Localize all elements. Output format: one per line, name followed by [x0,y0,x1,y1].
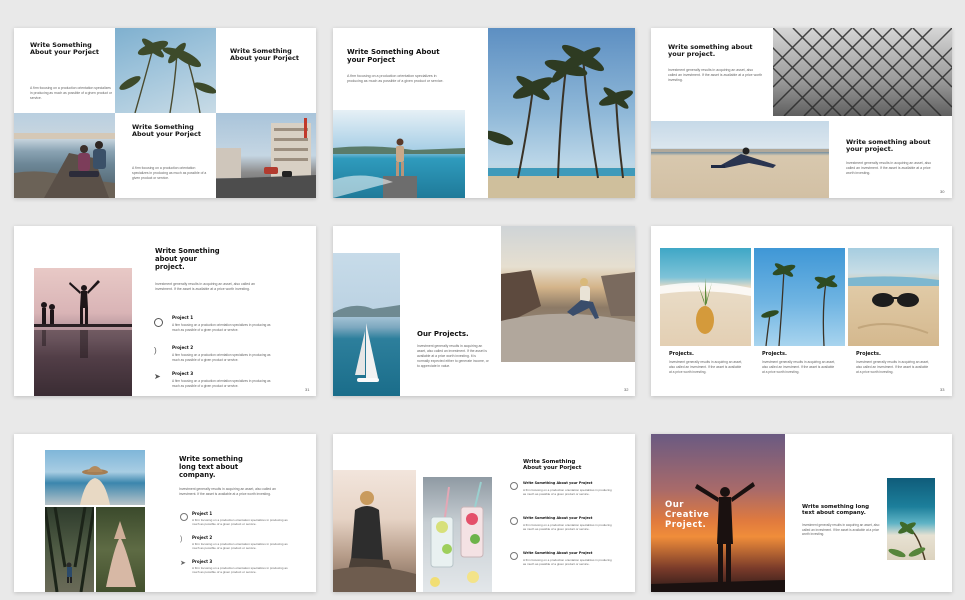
slide-3-text-b: Investment generally results in acquirin… [846,161,932,176]
slide-4-item-3-label: Project 3 [172,371,194,376]
chain-fence-photo [773,28,952,116]
slide-3-text-a: Investment generally results in acquirin… [668,68,763,83]
slide-2-title: Write Something About your Porject [347,48,440,65]
aerial-beach-photo [887,478,935,560]
silhouette-pier-photo [34,268,132,396]
slide-7-item-2-text: A firm focusing on a production orientat… [192,542,288,551]
slide-4-title: Write Something about your project. [155,247,220,271]
slide-9-text: Investment generally results in acquirin… [802,523,880,537]
woman-cliff-photo [501,226,635,362]
slide-8-item-3-text: A firm focusing on a production orientat… [523,558,612,567]
slide-7-item-3-label: Project 3 [192,559,213,564]
slide-5-title: Our Projects. [417,330,469,338]
target-icon [180,513,188,521]
slide-4-item-3-text: A firm focusing on a production orientat… [172,379,271,388]
woman-seaside-photo [333,110,465,198]
slide-2[interactable]: Write Something About your Porject A fir… [333,28,635,198]
slide-1-title-a: Write Something About your Porject [30,41,99,57]
slide-6-col-3-label: Projects. [856,351,881,357]
stretching-man-photo [651,121,829,198]
slide-1-text-c: A firm focusing on a production orientat… [132,166,207,180]
slide-7-title: Write something long text about company. [179,455,243,479]
slide-8-item-2-label: Write Something About your Project [523,516,593,520]
palm-beach-photo [488,28,635,198]
slide-7-item-2-label: Project 2 [192,535,213,540]
slide-3-title-b: Write something about your project. [846,138,931,154]
palms-sky-photo [754,248,845,346]
slide-4-text: Investment generally results in acquirin… [155,282,255,292]
wifi-icon: ) [154,346,157,355]
slide-6-col-1-label: Projects. [669,351,694,357]
slide-8-item-2-text: A firm focusing on a production orientat… [523,523,612,532]
slide-6-col-3-text: Investment generally results in acquirin… [856,360,930,374]
slide-6-col-2-text: Investment generally results in acquirin… [762,360,836,374]
slide-4[interactable]: Write Something about your project. Inve… [14,226,316,396]
slide-4-item-2-label: Project 2 [172,345,194,350]
slide-2-text: A firm focusing on a production orientat… [347,74,444,84]
woman-sitting-photo [333,470,416,592]
slide-4-item-1-text: A firm focusing on a production orientat… [172,323,271,332]
forest-hiker-photo [45,507,94,592]
check-circle-icon [510,552,518,560]
slide-1-title-c: Write Something About your Porject [132,123,201,139]
slide-6-col-2-label: Projects. [762,351,787,357]
drinks-photo [423,477,492,592]
wifi-icon: ) [180,536,183,543]
sunglasses-sand-photo [848,248,939,346]
slide-9-title: Write something long text about company. [802,504,870,517]
slide-5-page-number: 32 [624,387,629,392]
slide-6-col-1-text: Investment generally results in acquirin… [669,360,743,374]
slide-3-page-number: 30 [940,189,945,194]
slide-1-title-b: Write Something About your Porject [230,47,299,63]
slide-7-item-1-label: Project 1 [192,511,213,516]
slide-7-item-3-text: A firm focusing on a production orientat… [192,566,288,575]
slide-5[interactable]: Our Projects. Investment generally resul… [333,226,635,396]
slide-1-text-a: A firm focusing on a production orientat… [30,86,112,100]
slide-1[interactable]: Write Something About your Porject A fir… [14,28,316,198]
slide-9[interactable]: Our Creative Project. Write something lo… [651,434,952,592]
palm-trees-photo [115,28,216,113]
pineapple-beach-photo [660,248,751,346]
target-icon [154,318,163,327]
slide-3-title-a: Write something about your project. [668,43,753,59]
slide-8-title: Write Something About your Porject [523,459,582,472]
hat-beach-photo [45,450,145,505]
send-icon: ➤ [180,560,186,567]
slide-8-item-3-label: Write Something About your Project [523,551,593,555]
city-street-photo [216,113,316,198]
check-circle-icon [510,482,518,490]
slide-4-item-2-text: A firm focusing on a production orientat… [172,353,271,362]
slide-6-page-number: 33 [940,387,945,392]
slide-4-page-number: 31 [305,387,310,392]
slide-8[interactable]: Write Something About your Porject Write… [333,434,635,592]
slide-8-item-1-label: Write Something About your Project [523,481,593,485]
slide-7[interactable]: Write something long text about company.… [14,434,316,592]
slide-3[interactable]: Write something about your project. Inve… [651,28,952,198]
slide-6[interactable]: Projects. Investment generally results i… [651,226,952,396]
sailboat-photo [333,253,400,396]
slide-7-text: Investment generally results in acquirin… [179,487,276,496]
slide-8-item-1-text: A firm focusing on a production orientat… [523,488,612,497]
slide-7-item-1-text: A firm focusing on a production orientat… [192,518,288,527]
slide-5-text: Investment generally results in acquirin… [417,344,489,368]
slide-9-overlay-title: Our Creative Project. [665,500,710,530]
slide-4-item-1-label: Project 1 [172,315,194,320]
hands-photo [96,507,145,592]
hikers-rocks-photo [14,113,115,198]
send-icon: ➤ [154,372,161,381]
check-circle-icon [510,517,518,525]
